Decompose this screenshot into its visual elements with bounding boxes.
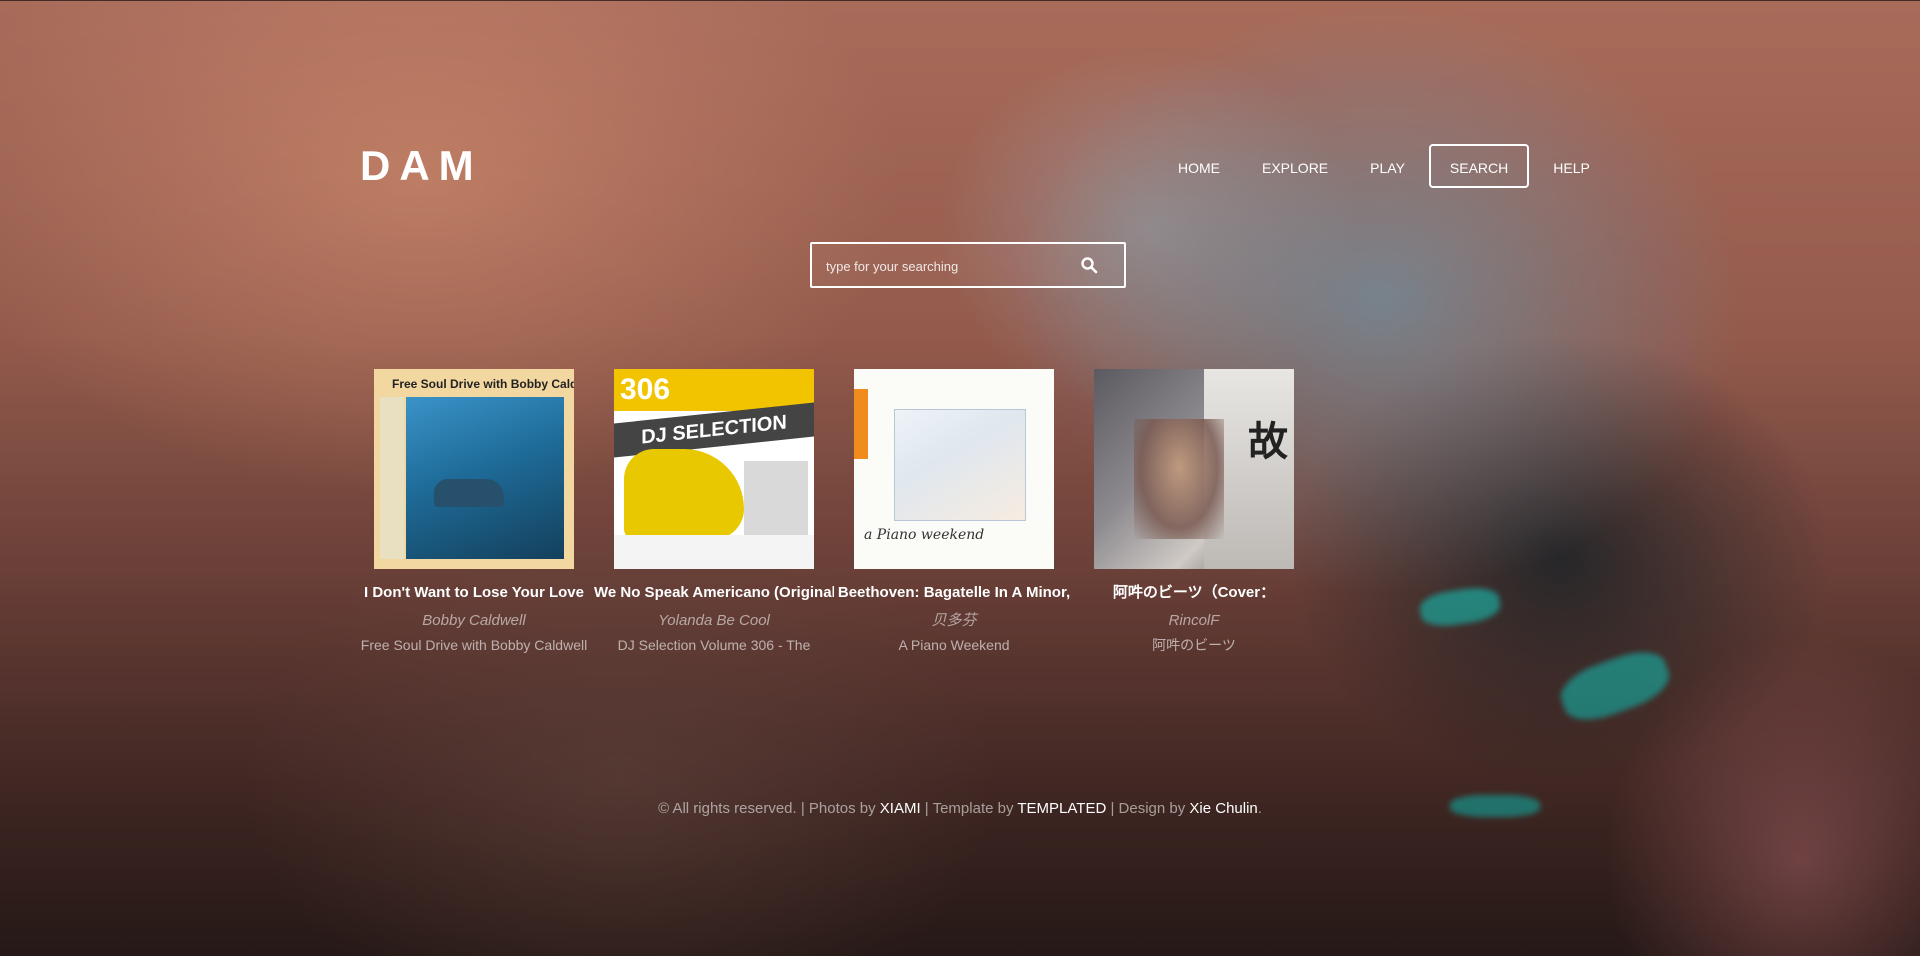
nav-search[interactable]: SEARCH (1428, 144, 1530, 188)
footer-design-link[interactable]: Xie Chulin (1189, 800, 1257, 817)
cover-sketch (894, 409, 1026, 521)
song-title[interactable]: 阿吽のビーツ（Cover： (1074, 583, 1314, 603)
artist-name[interactable]: Yolanda Be Cool (594, 611, 834, 631)
footer-photos-link[interactable]: XIAMI (880, 800, 921, 817)
cover-obi-strip (380, 397, 404, 559)
artist-name[interactable]: Bobby Caldwell (354, 611, 594, 631)
nav-explore[interactable]: EXPLORE (1244, 144, 1346, 188)
footer-period: . (1257, 800, 1262, 817)
cover-tracklist (614, 535, 814, 569)
footer-template-text: | Template by (924, 800, 1014, 817)
top-border (0, 0, 1920, 1)
cover-title: a Piano weekend (864, 527, 985, 543)
cover-number: 306 (620, 373, 671, 406)
cover-text: Free Soul Drive with Bobby Caldwell (392, 377, 574, 391)
main-nav: HOME EXPLORE PLAY SEARCH HELP (1160, 144, 1614, 188)
album-name[interactable]: DJ Selection Volume 306 - The (594, 636, 834, 654)
cover-box (744, 461, 808, 537)
album-cover[interactable]: 故 (1094, 369, 1294, 569)
nav-play[interactable]: PLAY (1352, 144, 1423, 188)
cover-art (406, 397, 564, 559)
footer-design-text: | Design by (1110, 800, 1186, 817)
album-card: 故 阿吽のビーツ（Cover： RincolF 阿吽のビーツ (1074, 369, 1314, 654)
cover-car-shape (434, 479, 504, 507)
nav-help[interactable]: HELP (1535, 144, 1608, 188)
site-logo[interactable]: DAM (360, 142, 483, 190)
album-card: 306 DJ SELECTION We No Speak Americano (… (594, 369, 834, 654)
footer: © All rights reserved. | Photos by XIAMI… (0, 800, 1920, 817)
song-title[interactable]: I Don't Want to Lose Your Love (354, 583, 594, 603)
song-title[interactable]: We No Speak Americano (Original (594, 583, 834, 603)
cover-kanji: 故 (1248, 418, 1288, 465)
album-name[interactable]: 阿吽のビーツ (1074, 636, 1314, 654)
footer-template-link[interactable]: TEMPLATED (1017, 800, 1106, 817)
footer-copyright: © All rights reserved. | Photos by (658, 800, 876, 817)
album-name[interactable]: Free Soul Drive with Bobby Caldwell (354, 636, 594, 654)
artist-name[interactable]: RincolF (1074, 611, 1314, 631)
cover-tag (854, 389, 868, 459)
cover-dj-logo (624, 449, 744, 539)
album-card: a Piano weekend Beethoven: Bagatelle In … (834, 369, 1074, 654)
album-card: Free Soul Drive with Bobby Caldwell I Do… (354, 369, 594, 654)
search-box (810, 242, 1126, 288)
cover-figure (1134, 419, 1224, 539)
nav-home[interactable]: HOME (1160, 144, 1238, 188)
stage-light (1418, 584, 1502, 630)
artist-name[interactable]: 贝多芬 (834, 611, 1074, 631)
search-input[interactable] (824, 244, 1078, 288)
stage-light (1554, 642, 1676, 730)
album-cover[interactable]: a Piano weekend (854, 369, 1054, 569)
album-cover[interactable]: 306 DJ SELECTION (614, 369, 814, 569)
search-icon[interactable] (1080, 256, 1098, 274)
album-cover[interactable]: Free Soul Drive with Bobby Caldwell (374, 369, 574, 569)
song-title[interactable]: Beethoven: Bagatelle In A Minor, (834, 583, 1074, 603)
album-name[interactable]: A Piano Weekend (834, 636, 1074, 654)
